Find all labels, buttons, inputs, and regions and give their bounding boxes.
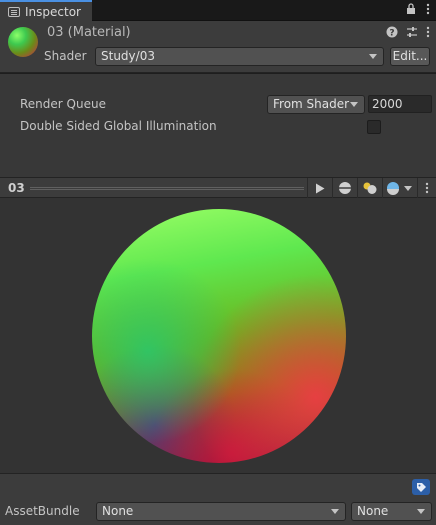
- preview-background-dropdown[interactable]: [382, 178, 416, 198]
- preview-title: 03: [8, 181, 25, 195]
- chevron-down-icon: [404, 186, 412, 191]
- chevron-down-icon: [369, 54, 377, 59]
- material-title: 03 (Material): [47, 25, 131, 40]
- play-button[interactable]: [307, 178, 331, 198]
- material-properties: Render Queue From Shader 2000 Double Sid…: [0, 74, 436, 177]
- edit-shader-button[interactable]: Edit...: [390, 47, 430, 66]
- inspector-icon: [8, 6, 20, 17]
- render-queue-dropdown[interactable]: From Shader: [267, 95, 365, 114]
- chevron-down-icon: [417, 509, 425, 514]
- header-icons: ?: [386, 26, 430, 41]
- asset-bundle-label: AssetBundle: [5, 504, 80, 518]
- render-queue-mode: From Shader: [273, 97, 350, 111]
- asset-bundle-variant-value: None: [357, 504, 389, 518]
- light-icon: [363, 182, 376, 194]
- tab-bar: Inspector: [0, 0, 436, 21]
- play-icon: [315, 183, 324, 193]
- sphere-mesh-icon: [338, 182, 351, 194]
- tag-icon[interactable]: [412, 479, 430, 495]
- tab-inspector[interactable]: Inspector: [0, 0, 92, 21]
- skybox-sphere-icon: [387, 182, 399, 195]
- asset-bundle-bar: AssetBundle None None: [0, 473, 436, 525]
- kebab-menu-icon[interactable]: [426, 3, 430, 18]
- asset-bundle-name-dropdown[interactable]: None: [96, 502, 346, 521]
- preview-sphere[interactable]: [92, 209, 346, 463]
- svg-text:?: ?: [389, 29, 394, 39]
- lock-icon[interactable]: [406, 3, 416, 18]
- preview-light-button[interactable]: [357, 178, 381, 198]
- tab-tools: [406, 3, 430, 18]
- asset-bundle-variant-dropdown[interactable]: None: [351, 502, 432, 521]
- material-preview[interactable]: [0, 198, 436, 473]
- asset-bundle-name-value: None: [102, 504, 134, 518]
- material-header: 03 (Material) ? Shader Study/03 Edit...: [0, 21, 436, 73]
- render-queue-label: Render Queue: [20, 97, 106, 111]
- presets-icon[interactable]: [406, 26, 418, 41]
- chevron-down-icon: [331, 509, 339, 514]
- preview-resize-handle[interactable]: [30, 187, 304, 190]
- preview-mesh-button[interactable]: [332, 178, 356, 198]
- kebab-menu-icon[interactable]: [426, 26, 430, 41]
- shader-label: Shader: [44, 49, 87, 63]
- kebab-menu-icon: [425, 182, 429, 194]
- preview-toolbar: 03: [0, 177, 436, 198]
- help-icon[interactable]: ?: [386, 26, 398, 41]
- material-thumbnail: [8, 27, 38, 57]
- tab-label: Inspector: [25, 4, 81, 19]
- double-sided-gi-checkbox[interactable]: [367, 120, 381, 134]
- chevron-down-icon: [350, 102, 358, 107]
- shader-dropdown[interactable]: Study/03: [95, 47, 384, 66]
- preview-menu-button[interactable]: [417, 178, 436, 198]
- render-queue-field[interactable]: 2000: [368, 95, 432, 113]
- shader-value: Study/03: [101, 49, 155, 63]
- double-sided-gi-label: Double Sided Global Illumination: [20, 119, 217, 133]
